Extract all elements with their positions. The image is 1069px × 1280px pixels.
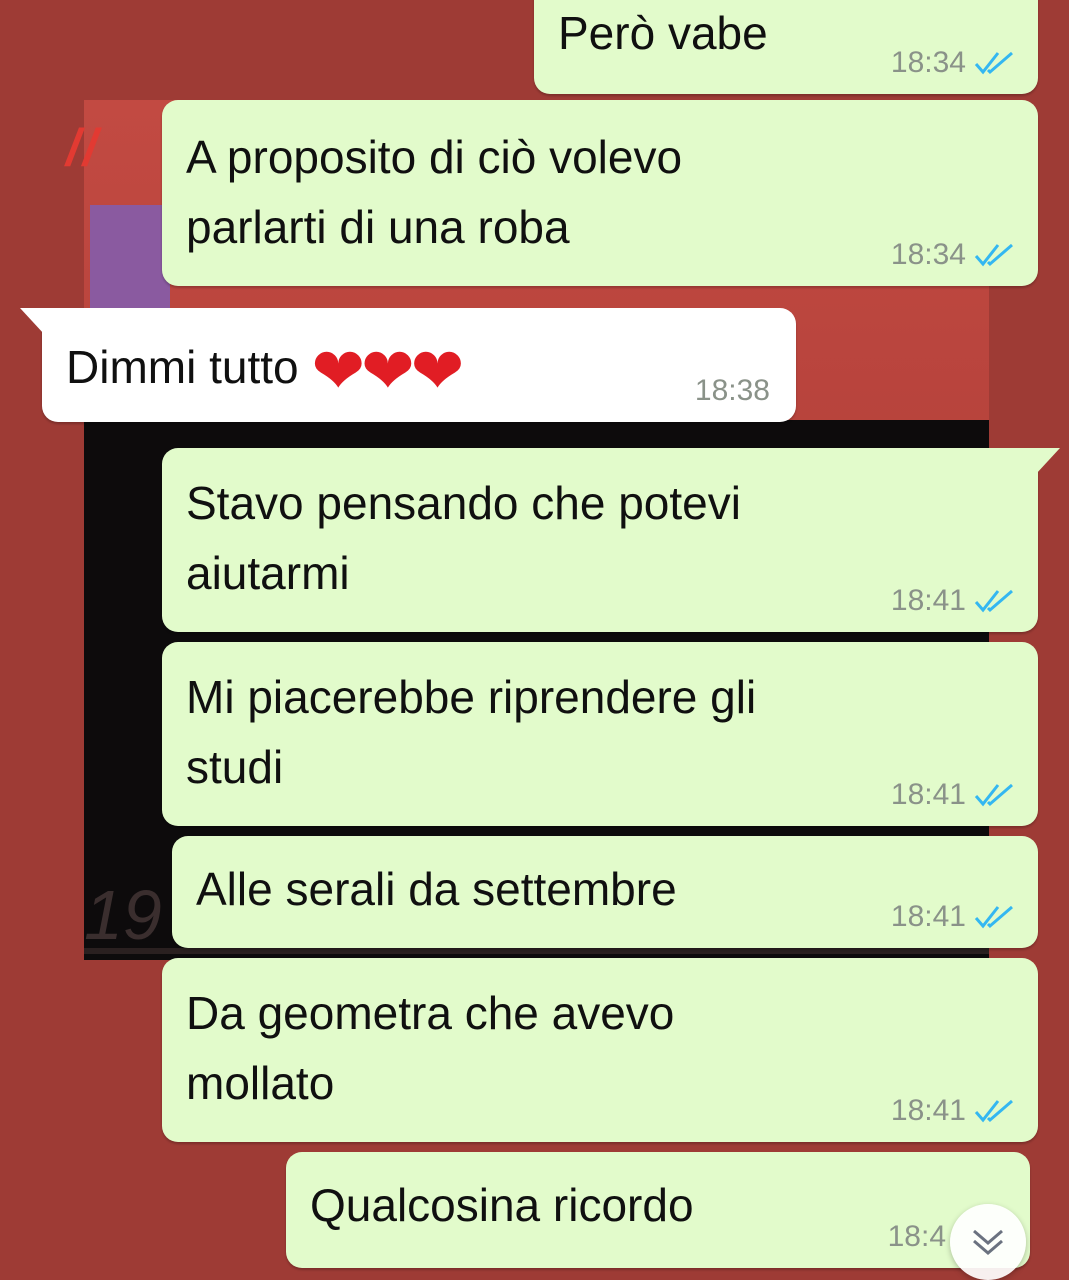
message-meta: 18:38 bbox=[695, 374, 770, 408]
bubble-tail bbox=[1036, 448, 1060, 474]
message-time: 18:41 bbox=[890, 778, 966, 811]
message-bubble-outgoing[interactable]: Alle serali da settembre 18:41 bbox=[172, 836, 1038, 948]
message-meta: 18:41 bbox=[891, 778, 1016, 812]
message-text: Da geometra che avevo bbox=[186, 987, 675, 1039]
message-bubble-outgoing[interactable]: Stavo pensando che potevi aiutarmi 18:41 bbox=[162, 448, 1060, 632]
message-text-content: Dimmi tutto bbox=[66, 341, 299, 393]
heart-emoji-icon: ❤❤❤ bbox=[311, 334, 464, 407]
message-time: 18:34 bbox=[890, 46, 966, 79]
wallpaper-poster-line bbox=[84, 948, 989, 954]
message-time: 18:41 bbox=[890, 584, 966, 617]
message-text: studi bbox=[186, 741, 284, 793]
message-meta: 18:34 bbox=[891, 46, 1016, 80]
read-ticks-icon bbox=[974, 243, 1013, 267]
read-ticks-icon bbox=[974, 783, 1013, 807]
read-ticks-icon bbox=[974, 1099, 1013, 1123]
message-time: 18:41 bbox=[890, 1094, 966, 1127]
message-meta: 18:41 bbox=[891, 1094, 1016, 1128]
bubble-tail bbox=[20, 308, 44, 334]
read-ticks-icon bbox=[974, 589, 1013, 613]
wallpaper-poster-detail bbox=[90, 205, 170, 315]
message-bubble-outgoing[interactable]: Però vabe 18:34 bbox=[534, 0, 1038, 94]
message-text: A proposito di ciò volevo bbox=[186, 131, 683, 183]
message-text: aiutarmi bbox=[186, 547, 350, 599]
message-text: Dimmi tutto ❤❤❤ bbox=[66, 332, 464, 407]
message-bubble-outgoing[interactable]: Mi piacerebbe riprendere gli studi 18:41 bbox=[162, 642, 1038, 826]
wallpaper-digit: 19 bbox=[84, 876, 162, 954]
read-ticks-icon bbox=[974, 51, 1013, 75]
message-time: 18:38 bbox=[694, 374, 770, 407]
message-text: Alle serali da settembre bbox=[196, 863, 677, 915]
wallpaper-stripes: / / bbox=[66, 119, 97, 177]
message-bubble-outgoing[interactable]: Da geometra che avevo mollato 18:41 bbox=[162, 958, 1038, 1142]
message-meta: 18:41 bbox=[891, 900, 1016, 934]
message-bubble-outgoing[interactable]: A proposito di ciò volevo parlarti di un… bbox=[162, 100, 1038, 286]
double-chevron-down-icon bbox=[973, 1229, 1003, 1255]
message-text: Stavo pensando che potevi bbox=[186, 477, 741, 529]
message-text: parlarti di una roba bbox=[186, 201, 570, 253]
message-text: Però vabe bbox=[558, 7, 768, 59]
message-time: 18:41 bbox=[890, 900, 966, 933]
message-text: mollato bbox=[186, 1057, 335, 1109]
read-ticks-icon bbox=[974, 905, 1013, 929]
message-text: Mi piacerebbe riprendere gli bbox=[186, 671, 757, 723]
scroll-to-bottom-button[interactable] bbox=[950, 1204, 1026, 1280]
message-meta: 18:34 bbox=[891, 238, 1016, 272]
message-text: Qualcosina ricordo bbox=[310, 1179, 694, 1231]
message-meta: 18:4 bbox=[888, 1220, 946, 1254]
message-bubble-incoming[interactable]: Dimmi tutto ❤❤❤ 18:38 bbox=[20, 308, 796, 422]
message-meta: 18:41 bbox=[891, 584, 1016, 618]
message-time: 18:34 bbox=[890, 238, 966, 271]
message-bubble-outgoing[interactable]: Qualcosina ricordo 18:4 bbox=[286, 1152, 1030, 1268]
message-time: 18:4 bbox=[887, 1220, 946, 1253]
